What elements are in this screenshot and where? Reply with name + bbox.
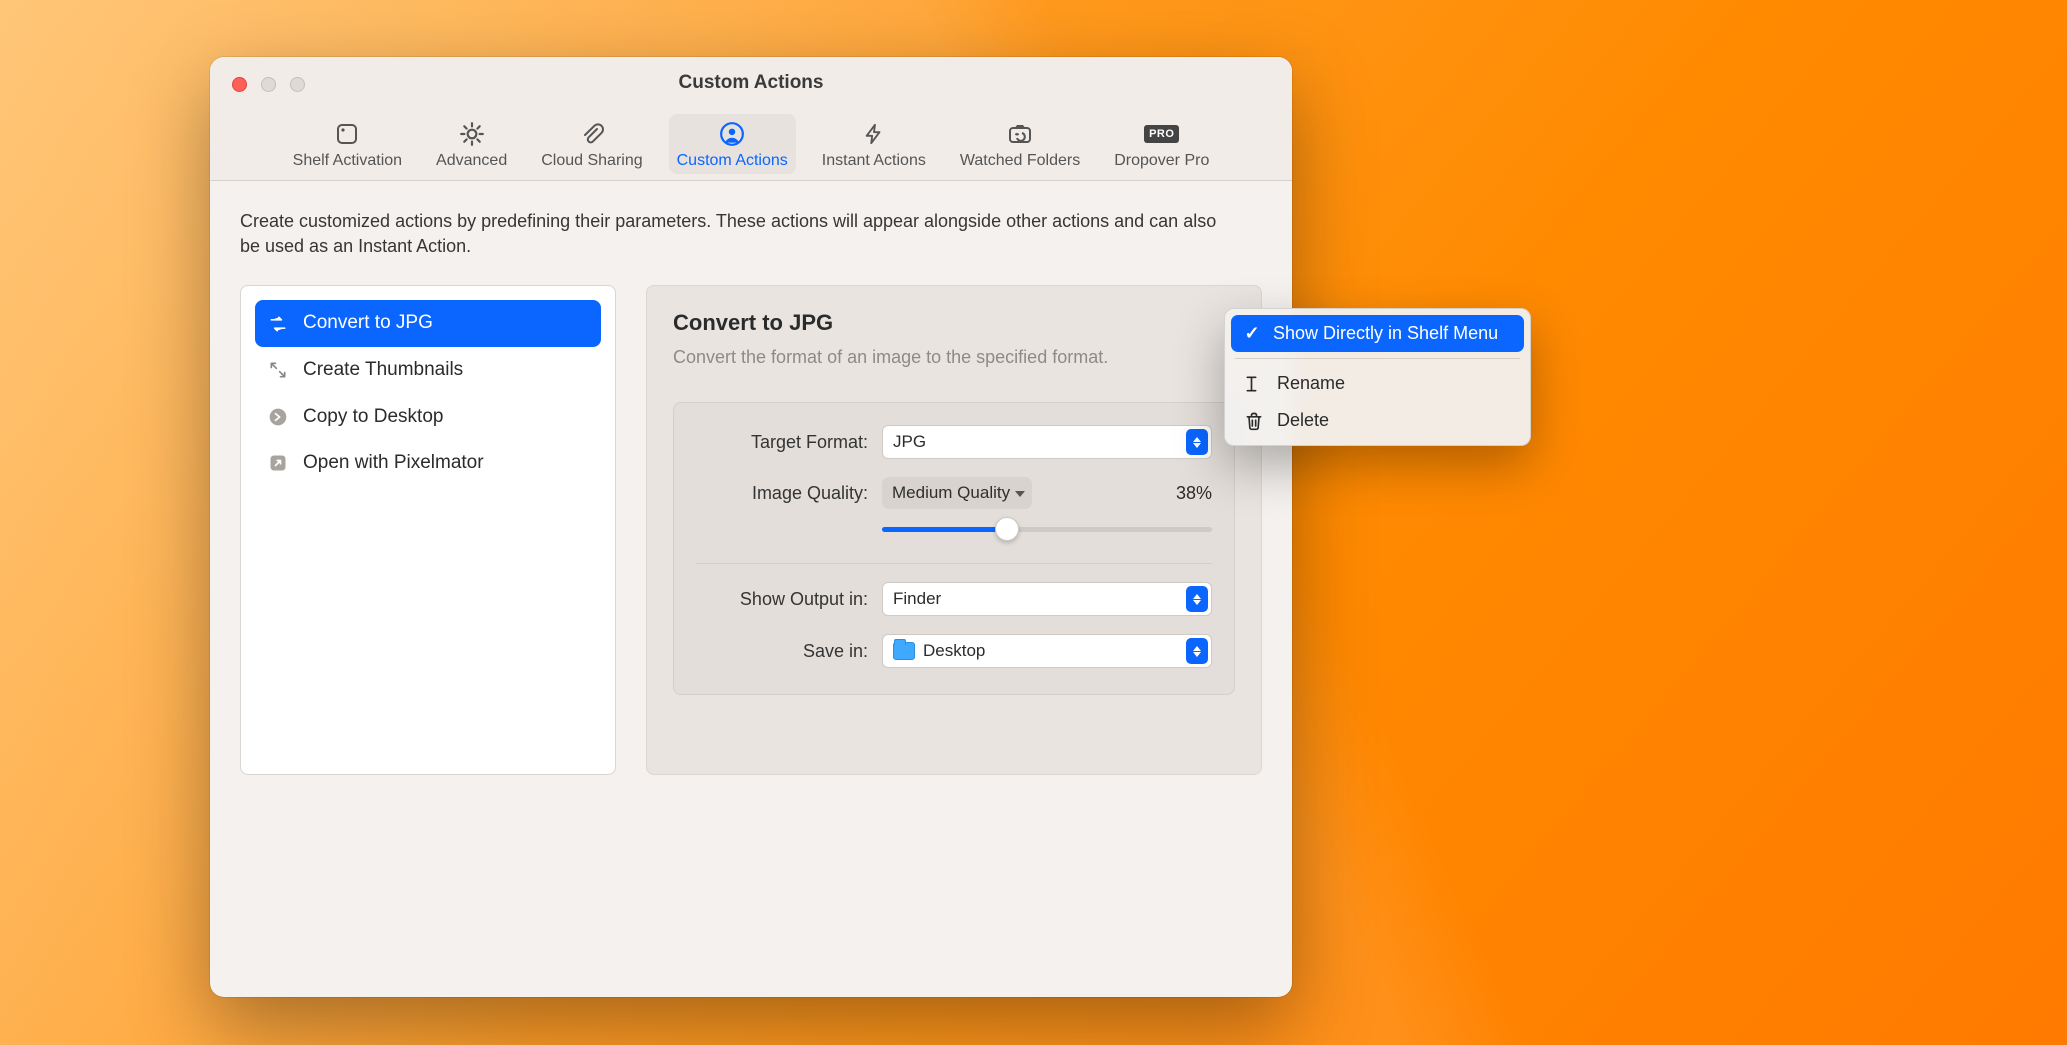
show-output-value: Finder <box>893 587 941 611</box>
menu-delete[interactable]: Delete <box>1231 402 1524 439</box>
tab-shelf-activation[interactable]: Shelf Activation <box>285 114 410 174</box>
folder-icon <box>893 642 915 660</box>
paperclip-icon <box>578 120 606 148</box>
menu-rename[interactable]: Rename <box>1231 365 1524 402</box>
detail-form: Target Format: JPG Image Quality: <box>673 402 1235 695</box>
page-description: Create customized actions by predefining… <box>240 209 1240 259</box>
menu-show-in-shelf[interactable]: ✓ Show Directly in Shelf Menu <box>1231 315 1524 352</box>
target-format-value: JPG <box>893 430 926 454</box>
tab-label: Shelf Activation <box>293 152 402 170</box>
tab-label: Dropover Pro <box>1114 152 1209 170</box>
label-image-quality: Image Quality: <box>696 481 882 506</box>
label-target-format: Target Format: <box>696 430 882 455</box>
quality-percent: 38% <box>1176 481 1212 506</box>
tab-label: Advanced <box>436 152 507 170</box>
tab-advanced[interactable]: Advanced <box>428 114 515 174</box>
chevron-updown-icon <box>1186 429 1208 455</box>
detail-title: Convert to JPG <box>673 308 1235 339</box>
window-body: Create customized actions by predefining… <box>210 181 1292 775</box>
action-item-open-with-pixelmator[interactable]: Open with Pixelmator <box>255 440 601 487</box>
tab-custom-actions[interactable]: Custom Actions <box>669 114 796 174</box>
tab-dropover-pro[interactable]: PRO Dropover Pro <box>1106 114 1217 174</box>
tab-label: Instant Actions <box>822 152 926 170</box>
chevron-updown-icon <box>1186 638 1208 664</box>
action-label: Create Thumbnails <box>303 357 463 384</box>
menu-label: Show Directly in Shelf Menu <box>1273 323 1498 344</box>
window-title: Custom Actions <box>210 72 1292 94</box>
gear-icon <box>458 120 486 148</box>
toolbar-tabs: Shelf Activation Advanced Cloud Sharing … <box>210 114 1292 174</box>
actions-list: Convert to JPG Create Thumbnails Copy to… <box>240 285 616 775</box>
chevron-updown-icon <box>1186 586 1208 612</box>
preferences-window: Custom Actions Shelf Activation Advanced… <box>210 57 1292 997</box>
action-label: Open with Pixelmator <box>303 450 484 477</box>
quality-slider[interactable] <box>882 513 1212 545</box>
tab-instant-actions[interactable]: Instant Actions <box>814 114 934 174</box>
action-item-convert-to-jpg[interactable]: Convert to JPG <box>255 300 601 347</box>
target-format-popup[interactable]: JPG <box>882 425 1212 459</box>
shelf-icon <box>333 120 361 148</box>
camera-icon <box>1006 120 1034 148</box>
action-item-create-thumbnails[interactable]: Create Thumbnails <box>255 347 601 394</box>
context-menu: ✓ Show Directly in Shelf Menu Rename Del… <box>1224 308 1531 446</box>
check-icon: ✓ <box>1243 323 1261 344</box>
action-detail-panel: Convert to JPG Convert the format of an … <box>646 285 1262 775</box>
tab-watched-folders[interactable]: Watched Folders <box>952 114 1088 174</box>
action-label: Convert to JPG <box>303 310 433 337</box>
save-in-value: Desktop <box>923 639 985 663</box>
menu-label: Rename <box>1277 373 1345 394</box>
divider <box>696 563 1212 564</box>
convert-icon <box>267 313 289 335</box>
pro-badge: PRO <box>1148 120 1176 148</box>
slider-fill <box>882 527 1007 532</box>
person-circle-icon <box>718 120 746 148</box>
tab-cloud-sharing[interactable]: Cloud Sharing <box>533 114 650 174</box>
tab-label: Cloud Sharing <box>541 152 642 170</box>
slider-thumb[interactable] <box>995 517 1019 541</box>
bolt-icon <box>860 120 888 148</box>
label-save-in: Save in: <box>696 639 882 664</box>
label-show-output: Show Output in: <box>696 587 882 612</box>
collapse-icon <box>267 359 289 381</box>
menu-label: Delete <box>1277 410 1329 431</box>
save-in-popup[interactable]: Desktop <box>882 634 1212 668</box>
open-external-icon <box>267 452 289 474</box>
show-output-popup[interactable]: Finder <box>882 582 1212 616</box>
action-item-copy-to-desktop[interactable]: Copy to Desktop <box>255 394 601 441</box>
menu-separator <box>1235 358 1520 359</box>
quality-preset-value: Medium Quality <box>892 483 1010 502</box>
detail-subtitle: Convert the format of an image to the sp… <box>673 345 1235 370</box>
rename-icon <box>1243 374 1265 394</box>
tab-label: Watched Folders <box>960 152 1080 170</box>
quality-preset-popup[interactable]: Medium Quality <box>882 477 1032 509</box>
action-label: Copy to Desktop <box>303 404 443 431</box>
titlebar: Custom Actions Shelf Activation Advanced… <box>210 57 1292 181</box>
trash-icon <box>1243 411 1265 431</box>
tab-label: Custom Actions <box>677 152 788 170</box>
arrow-right-icon <box>267 406 289 428</box>
